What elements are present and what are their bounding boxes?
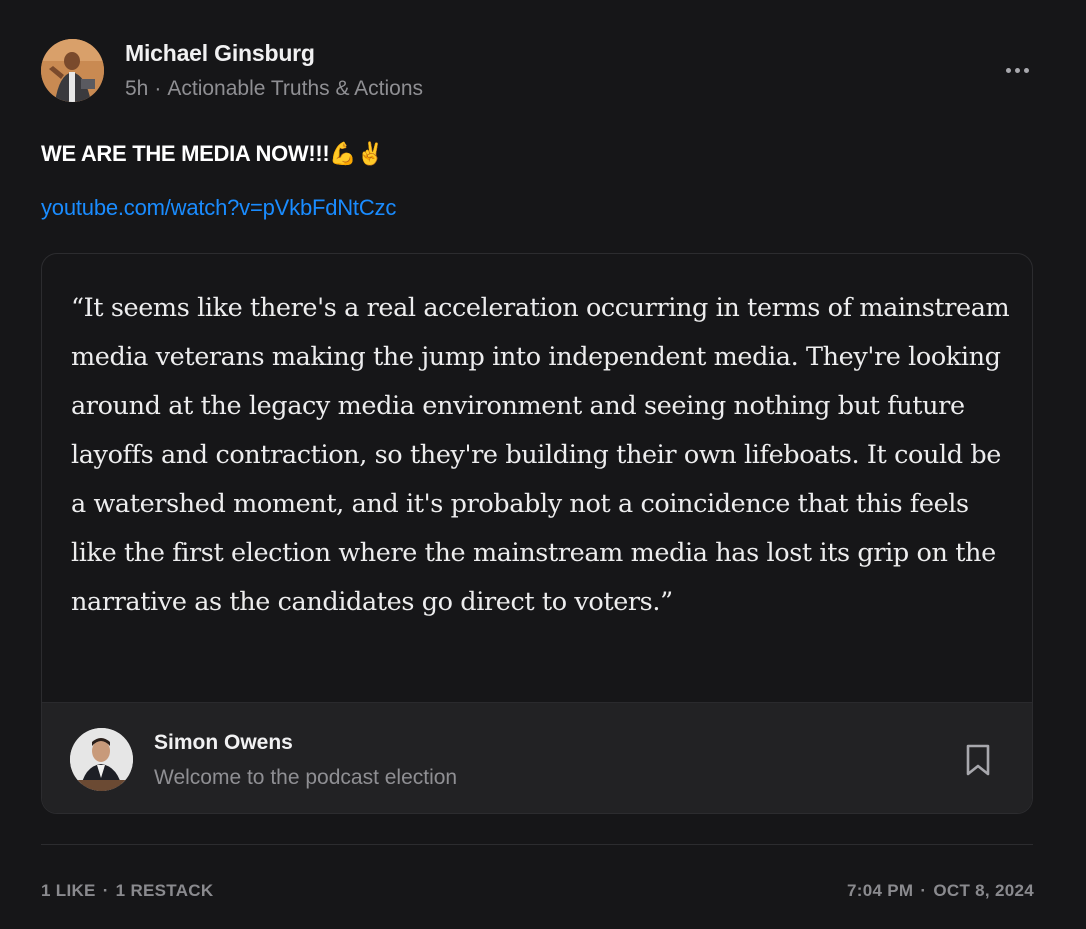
post-link[interactable]: youtube.com/watch?v=pVkbFdNtCzc bbox=[41, 195, 396, 221]
post-date: OCT 8, 2024 bbox=[933, 881, 1034, 900]
more-horizontal-icon bbox=[1005, 67, 1011, 73]
more-horizontal-icon bbox=[1023, 67, 1029, 73]
bookmark-icon bbox=[966, 744, 990, 776]
source-avatar-image bbox=[70, 728, 133, 791]
divider bbox=[41, 844, 1033, 845]
like-count[interactable]: 1 LIKE bbox=[41, 881, 96, 900]
stats-separator: · bbox=[102, 881, 109, 900]
post-timestamp: 7:04 PM · OCT 8, 2024 bbox=[847, 881, 1034, 901]
community-link[interactable]: Actionable Truths & Actions bbox=[167, 77, 423, 100]
source-title[interactable]: Welcome to the podcast election bbox=[154, 766, 457, 790]
meta-separator: · bbox=[154, 77, 162, 100]
author-avatar-image bbox=[41, 39, 104, 102]
bookmark-button[interactable] bbox=[961, 742, 995, 778]
post-text: WE ARE THE MEDIA NOW!!!💪✌️ bbox=[41, 141, 384, 166]
post-stats: 1 LIKE · 1 RESTACK bbox=[41, 881, 213, 901]
post-time: 5h bbox=[125, 77, 149, 100]
more-horizontal-icon bbox=[1014, 67, 1020, 73]
source-avatar[interactable] bbox=[70, 728, 133, 791]
card-source[interactable]: Simon Owens Welcome to the podcast elect… bbox=[42, 702, 1032, 813]
author-name[interactable]: Michael Ginsburg bbox=[125, 40, 315, 67]
timestamp-separator: · bbox=[920, 881, 927, 900]
post-clock-time: 7:04 PM bbox=[847, 881, 914, 900]
quote-card[interactable]: “It seems like there's a real accelerati… bbox=[41, 253, 1033, 814]
more-options-button[interactable] bbox=[998, 56, 1036, 84]
quote-text: “It seems like there's a real accelerati… bbox=[71, 293, 1010, 617]
author-avatar[interactable] bbox=[41, 39, 104, 102]
source-author[interactable]: Simon Owens bbox=[154, 731, 293, 755]
restack-count[interactable]: 1 RESTACK bbox=[116, 881, 214, 900]
post-meta: 5h · Actionable Truths & Actions bbox=[125, 77, 423, 101]
